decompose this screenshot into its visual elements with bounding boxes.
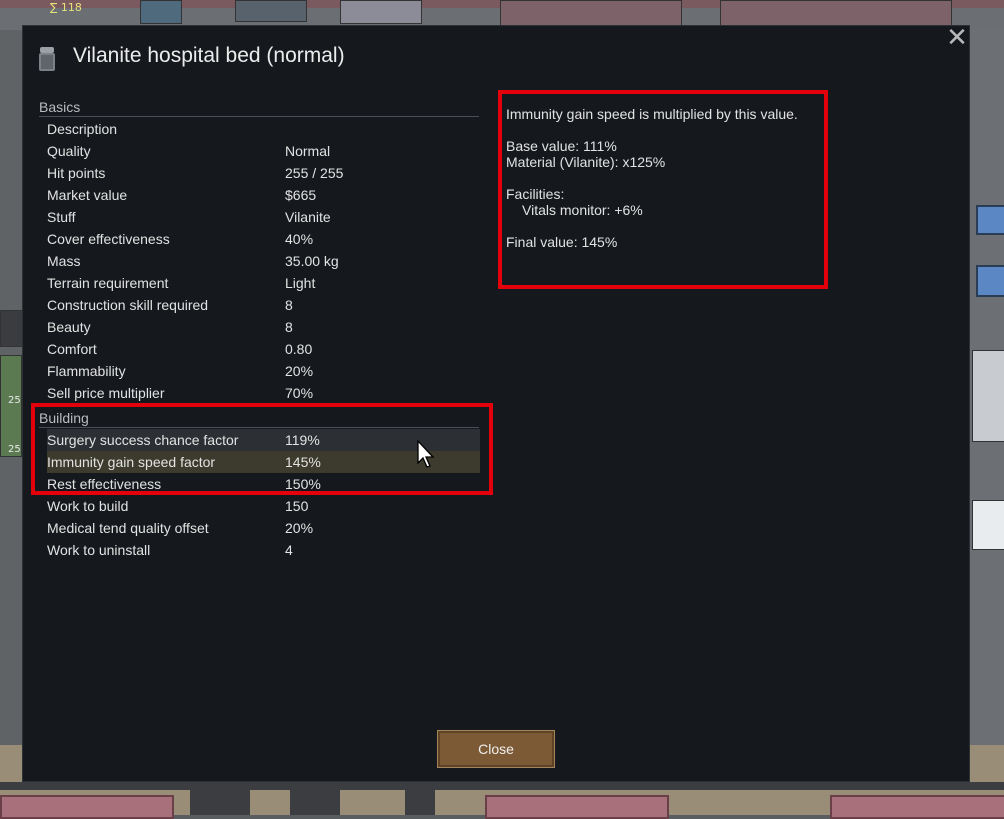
map-wall <box>290 790 340 815</box>
stat-label: Work to build <box>47 498 129 514</box>
stat-row-rest-effectiveness[interactable]: Rest effectiveness 150% <box>47 473 480 495</box>
stat-label: Beauty <box>47 319 91 335</box>
stat-label: Terrain requirement <box>47 275 169 291</box>
stat-label: Medical tend quality offset <box>47 520 209 536</box>
map-number: 25 <box>8 395 21 406</box>
stat-value: 35.00 kg <box>285 253 339 269</box>
map-wall <box>405 790 435 815</box>
map-tile <box>720 0 952 26</box>
map-rug <box>485 795 669 819</box>
map-tile <box>140 0 182 24</box>
stat-label: Description <box>47 121 118 137</box>
explanation-facility: Vitals monitor: +6% <box>522 202 643 218</box>
stat-label: Comfort <box>47 341 97 357</box>
stat-row[interactable]: Flammability 20% <box>47 360 480 382</box>
close-icon[interactable]: ✕ <box>944 25 970 51</box>
stat-label: Flammability <box>47 363 126 379</box>
stat-value: 70% <box>285 385 314 401</box>
stat-value: 119% <box>285 432 320 448</box>
map-rug <box>0 795 174 819</box>
stat-value: 20% <box>285 363 314 379</box>
stat-row[interactable]: Stuff Vilanite <box>47 206 480 228</box>
stat-label: Market value <box>47 187 128 203</box>
stat-value: $665 <box>285 187 317 203</box>
map-tile <box>972 500 1004 550</box>
explanation-material: Material (Vilanite): x125% <box>506 154 666 170</box>
stat-value: 145% <box>285 454 321 470</box>
stat-row[interactable]: Work to build 150 <box>47 495 480 517</box>
hospital-bed-icon <box>39 47 55 71</box>
mouse-cursor-icon <box>417 440 435 468</box>
stat-row-immunity-gain-selected[interactable]: Immunity gain speed factor 145% <box>47 451 480 473</box>
stat-row[interactable]: Beauty 8 <box>47 316 480 338</box>
section-header-basics: Basics <box>39 99 479 117</box>
stat-row[interactable]: Description <box>47 118 480 140</box>
map-tile <box>976 205 1004 235</box>
map-tile <box>0 310 24 347</box>
explanation-final-value: Final value: 145% <box>506 234 618 250</box>
stat-value: 150% <box>285 476 321 492</box>
explanation-facilities-header: Facilities: <box>506 186 565 202</box>
stat-value: Vilanite <box>285 209 331 225</box>
stat-label: Construction skill required <box>47 297 209 313</box>
close-button[interactable]: Close <box>437 730 555 768</box>
stat-label: Quality <box>47 143 91 159</box>
map-tile <box>500 0 682 26</box>
stat-label: Sell price multiplier <box>47 385 165 401</box>
stat-row[interactable]: Market value $665 <box>47 184 480 206</box>
map-tile <box>976 265 1004 297</box>
stat-value: 4 <box>285 542 293 558</box>
map-wall <box>0 782 1004 790</box>
stat-label: Cover effectiveness <box>47 231 170 247</box>
stat-value: 8 <box>285 319 293 335</box>
explanation-description: Immunity gain speed is multiplied by thi… <box>506 106 798 122</box>
map-number: 25 <box>8 444 21 455</box>
stat-row-surgery-success[interactable]: Surgery success chance factor 119% <box>47 429 480 451</box>
map-tile <box>340 0 422 24</box>
stat-value: 150 <box>285 498 309 514</box>
section-header-building: Building <box>39 410 479 428</box>
stat-row[interactable]: Comfort 0.80 <box>47 338 480 360</box>
stat-label: Work to uninstall <box>47 542 151 558</box>
map-rug <box>830 795 1004 819</box>
stat-label: Immunity gain speed factor <box>47 454 216 470</box>
stat-row[interactable]: Cover effectiveness 40% <box>47 228 480 250</box>
stat-row[interactable]: Mass 35.00 kg <box>47 250 480 272</box>
stat-value: 8 <box>285 297 293 313</box>
dialog-title: Vilanite hospital bed (normal) <box>73 44 345 67</box>
stat-label: Surgery success chance factor <box>47 432 239 448</box>
stat-value: Normal <box>285 143 331 159</box>
stat-value: Light <box>285 275 316 291</box>
stat-row[interactable]: Quality Normal <box>47 140 480 162</box>
explanation-base-value: Base value: 111% <box>506 138 617 154</box>
map-wall <box>190 790 250 815</box>
stat-label: Hit points <box>47 165 106 181</box>
stat-row[interactable]: Construction skill required 8 <box>47 294 480 316</box>
stat-value: 20% <box>285 520 314 536</box>
stat-row[interactable]: Sell price multiplier 70% <box>47 382 480 404</box>
stat-value: 255 / 255 <box>285 165 344 181</box>
stat-row[interactable]: Work to uninstall 4 <box>47 539 480 561</box>
stat-value: 0.80 <box>285 341 313 357</box>
map-counter: ∑ 118 <box>50 1 82 14</box>
stat-row[interactable]: Terrain requirement Light <box>47 272 480 294</box>
map-tile <box>235 0 307 22</box>
map-tile <box>972 350 1004 442</box>
stat-row[interactable]: Medical tend quality offset 20% <box>47 517 480 539</box>
stat-row[interactable]: Hit points 255 / 255 <box>47 162 480 184</box>
stat-label: Mass <box>47 253 81 269</box>
stat-explanation-panel: Immunity gain speed is multiplied by thi… <box>506 106 821 250</box>
stat-value: 40% <box>285 231 314 247</box>
stat-label: Stuff <box>47 209 76 225</box>
stat-label: Rest effectiveness <box>47 476 162 492</box>
map-tile <box>0 355 22 457</box>
